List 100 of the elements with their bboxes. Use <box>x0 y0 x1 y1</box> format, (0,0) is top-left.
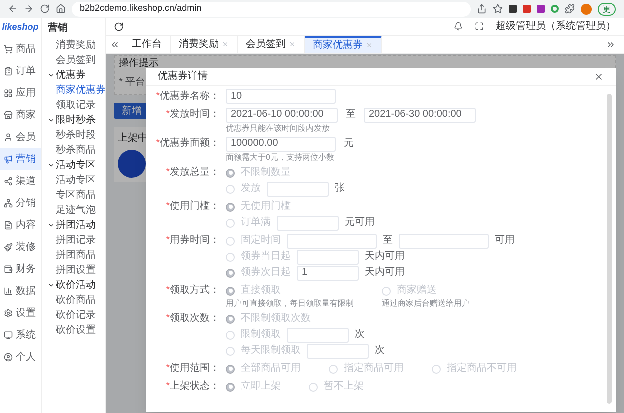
field-label: 发放总量： <box>170 166 220 180</box>
menu-item[interactable]: 拼团设置 <box>48 263 105 278</box>
input-field[interactable]: 2021-06-30 00:00:00 <box>364 108 476 122</box>
nav-item[interactable]: 分销 <box>0 192 41 214</box>
nav-item[interactable]: 商家 <box>0 104 41 126</box>
nav-item[interactable]: 个人 <box>0 346 41 368</box>
nav-item[interactable]: 商品 <box>0 38 41 60</box>
update-button[interactable]: 更 <box>598 2 616 16</box>
user-menu[interactable]: 超级管理员（系统管理员） <box>496 19 616 34</box>
input-field[interactable] <box>307 344 369 358</box>
share-icon[interactable] <box>477 4 487 14</box>
option-label: 不限制数量 <box>241 166 291 180</box>
reload-icon[interactable] <box>40 4 50 14</box>
tab[interactable]: 工作台 <box>124 36 171 53</box>
menu-group[interactable]: 活动专区 <box>48 158 105 173</box>
tip-text: * 平台 <box>119 76 146 90</box>
expand-icon[interactable] <box>606 40 616 50</box>
caret-icon <box>48 117 55 124</box>
collapse-icon[interactable] <box>110 40 120 50</box>
tab[interactable]: 商家优惠券 <box>305 36 382 53</box>
option-label: 领券次日起 <box>241 266 291 280</box>
input-field[interactable]: 10 <box>226 89 336 104</box>
bell-icon[interactable] <box>454 22 463 31</box>
menu-item[interactable]: 秒杀时段 <box>48 128 105 143</box>
avatar[interactable] <box>581 4 592 14</box>
menu-group[interactable]: 限时秒杀 <box>48 113 105 128</box>
menu-item[interactable]: 砍价商品 <box>48 293 105 308</box>
input-field[interactable] <box>277 216 339 230</box>
hint-text: 面额需大于0元，支持两位小数 <box>226 152 336 163</box>
nav-item[interactable]: 装修 <box>0 236 41 258</box>
menu-item[interactable]: 拼团记录 <box>48 233 105 248</box>
user-circle-icon <box>4 352 13 362</box>
user-icon <box>4 132 13 142</box>
radio-button[interactable] <box>226 364 235 374</box>
input-field[interactable]: 1 <box>297 266 359 280</box>
nav-item[interactable]: 数据 <box>0 280 41 302</box>
menu-item[interactable]: 足迹气泡 <box>48 203 105 218</box>
radio-button[interactable] <box>226 268 235 278</box>
radio-button[interactable] <box>226 168 235 178</box>
radio-button[interactable] <box>226 314 235 324</box>
nav-item[interactable]: 系统 <box>0 324 41 346</box>
nav-item[interactable]: 设置 <box>0 302 41 324</box>
scrollbar[interactable] <box>607 94 612 404</box>
back-icon[interactable] <box>8 4 18 14</box>
required-mark: * <box>156 137 160 151</box>
tab[interactable]: 消费奖励 <box>171 36 238 53</box>
unit-label: 可用 <box>495 234 515 248</box>
megaphone-icon <box>4 154 13 164</box>
menu-group[interactable]: 砍价活动 <box>48 278 105 293</box>
input-field[interactable] <box>287 234 377 248</box>
menu-item[interactable]: 砍价记录 <box>48 308 105 323</box>
refresh-icon[interactable] <box>114 22 124 32</box>
unit-label: 次 <box>375 344 385 358</box>
forward-icon[interactable] <box>24 4 34 14</box>
option-label: 商家赠送 <box>397 284 437 298</box>
option-label: 发放 <box>241 182 261 196</box>
radio-button[interactable] <box>226 382 235 392</box>
caret-icon <box>48 222 55 229</box>
puzzle-icon[interactable] <box>565 4 575 14</box>
nav-item[interactable]: 应用 <box>0 82 41 104</box>
radio-button[interactable] <box>226 286 235 296</box>
input-field[interactable] <box>297 250 359 264</box>
menu-item[interactable]: 商家优惠券 <box>48 83 105 98</box>
menu-item[interactable]: 领取记录 <box>48 98 105 113</box>
nav-item[interactable]: 渠道 <box>0 170 41 192</box>
nav-item[interactable]: 内容 <box>0 214 41 236</box>
input-field[interactable]: 2021-06-10 00:00:00 <box>226 108 338 122</box>
nav-item[interactable]: 营销 <box>0 148 41 170</box>
menu-item[interactable]: 专区商品 <box>48 188 105 203</box>
menu-item[interactable]: 会员签到 <box>48 53 105 68</box>
address-bar[interactable]: b2b2cdemo.likeshop.cn/admin <box>72 2 471 16</box>
fullscreen-icon[interactable] <box>475 22 484 31</box>
menu-item[interactable]: 活动专区 <box>48 173 105 188</box>
menu-item[interactable]: 砍价设置 <box>48 323 105 338</box>
menu-group[interactable]: 拼团活动 <box>48 218 105 233</box>
logo[interactable]: likeshop <box>2 21 39 35</box>
hint-text: 用户可直接领取，每日领取量有限制 <box>226 299 354 309</box>
option-label: 指定商品不可用 <box>447 362 517 376</box>
input-field[interactable] <box>267 182 329 196</box>
input-field[interactable] <box>287 328 349 342</box>
menu-group[interactable]: 优惠券 <box>48 68 105 83</box>
separator-label: 至 <box>383 234 393 248</box>
field-label: 上架状态： <box>170 380 220 394</box>
input-field[interactable] <box>399 234 489 248</box>
document-icon <box>4 220 13 230</box>
menu-item[interactable]: 消费奖励 <box>48 38 105 53</box>
option-label: 直接领取 <box>241 284 281 298</box>
nav-item[interactable]: 订单 <box>0 60 41 82</box>
input-field[interactable]: 100000.00 <box>226 136 336 152</box>
share-icon <box>4 176 13 186</box>
home-icon[interactable] <box>56 4 66 14</box>
nav-item[interactable]: 会员 <box>0 126 41 148</box>
field-label: 发放时间： <box>170 108 220 122</box>
menu-item[interactable]: 拼团商品 <box>48 248 105 263</box>
close-icon[interactable] <box>594 72 604 82</box>
star-icon[interactable] <box>493 4 503 14</box>
menu-item[interactable]: 秒杀商品 <box>48 143 105 158</box>
field-label: 使用门槛： <box>170 200 220 214</box>
radio-button[interactable] <box>226 202 235 212</box>
nav-item[interactable]: 财务 <box>0 258 41 280</box>
